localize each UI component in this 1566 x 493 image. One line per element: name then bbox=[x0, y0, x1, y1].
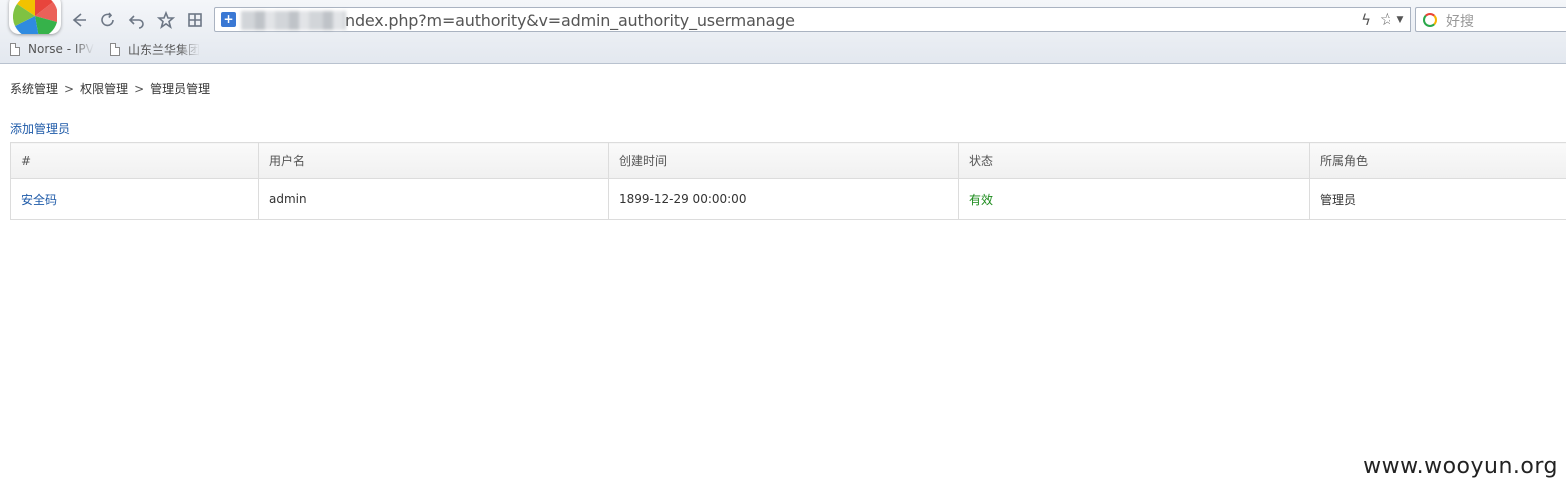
page-icon bbox=[110, 42, 120, 56]
browser-logo-icon[interactable] bbox=[9, 0, 61, 34]
address-url-text[interactable]: ndex.php?m=authority&v=admin_authority_u… bbox=[345, 11, 795, 30]
column-header-status[interactable]: 状态 bbox=[958, 142, 1310, 179]
breadcrumb-item[interactable]: 权限管理 bbox=[80, 82, 128, 96]
address-dropdown-icon[interactable]: ▼ bbox=[1390, 7, 1411, 32]
search-icon bbox=[1423, 13, 1437, 27]
breadcrumb-separator: > bbox=[134, 82, 145, 96]
breadcrumb: 系统管理 > 权限管理 > 管理员管理 bbox=[10, 80, 210, 97]
add-admin-link[interactable]: 添加管理员 bbox=[10, 120, 70, 137]
admin-table: # 用户名 创建时间 状态 所属角色 安全码 admin 1899-12-29 … bbox=[10, 142, 1566, 220]
address-bar[interactable]: + ndex.php?m=authority&v=admin_authority… bbox=[214, 7, 1410, 32]
security-code-link[interactable]: 安全码 bbox=[10, 178, 259, 220]
refresh-icon[interactable] bbox=[97, 9, 119, 31]
page-icon bbox=[10, 42, 20, 56]
search-placeholder[interactable]: 好搜 bbox=[1446, 11, 1474, 31]
apps-grid-icon[interactable] bbox=[184, 9, 206, 31]
breadcrumb-item[interactable]: 系统管理 bbox=[10, 82, 58, 96]
undo-icon[interactable] bbox=[126, 9, 148, 31]
table-header-row: # 用户名 创建时间 状态 所属角色 bbox=[10, 142, 1566, 179]
bookmark-item[interactable]: Norse - IPV bbox=[10, 40, 94, 58]
table-row: 安全码 admin 1899-12-29 00:00:00 有效 管理员 bbox=[10, 178, 1566, 220]
bookmarks-bar: Norse - IPV 山东兰华集团 bbox=[0, 38, 1566, 60]
redacted-host bbox=[241, 11, 346, 30]
breadcrumb-separator: > bbox=[64, 82, 75, 96]
security-shield-icon: + bbox=[221, 12, 236, 27]
column-header-username[interactable]: 用户名 bbox=[258, 142, 609, 179]
bookmark-label: Norse - IPV bbox=[28, 42, 94, 56]
bookmark-item[interactable]: 山东兰华集团 bbox=[110, 40, 200, 58]
search-box[interactable]: 好搜 bbox=[1415, 7, 1566, 32]
role-cell: 管理员 bbox=[1309, 178, 1566, 220]
created-time-cell: 1899-12-29 00:00:00 bbox=[608, 178, 959, 220]
column-header-id[interactable]: # bbox=[10, 142, 259, 179]
breadcrumb-item-current: 管理员管理 bbox=[150, 82, 211, 96]
favorite-star-icon[interactable] bbox=[155, 9, 177, 31]
column-header-role[interactable]: 所属角色 bbox=[1309, 142, 1566, 179]
column-header-created[interactable]: 创建时间 bbox=[608, 142, 959, 179]
lightning-icon[interactable]: ϟ bbox=[1361, 11, 1371, 29]
back-arrow-icon[interactable] bbox=[68, 9, 90, 31]
bookmark-label: 山东兰华集团 bbox=[128, 42, 201, 57]
status-cell: 有效 bbox=[958, 178, 1310, 220]
browser-toolbar: + ndex.php?m=authority&v=admin_authority… bbox=[0, 0, 1566, 64]
username-cell: admin bbox=[258, 178, 609, 220]
watermark: www.wooyun.org bbox=[1363, 454, 1558, 479]
